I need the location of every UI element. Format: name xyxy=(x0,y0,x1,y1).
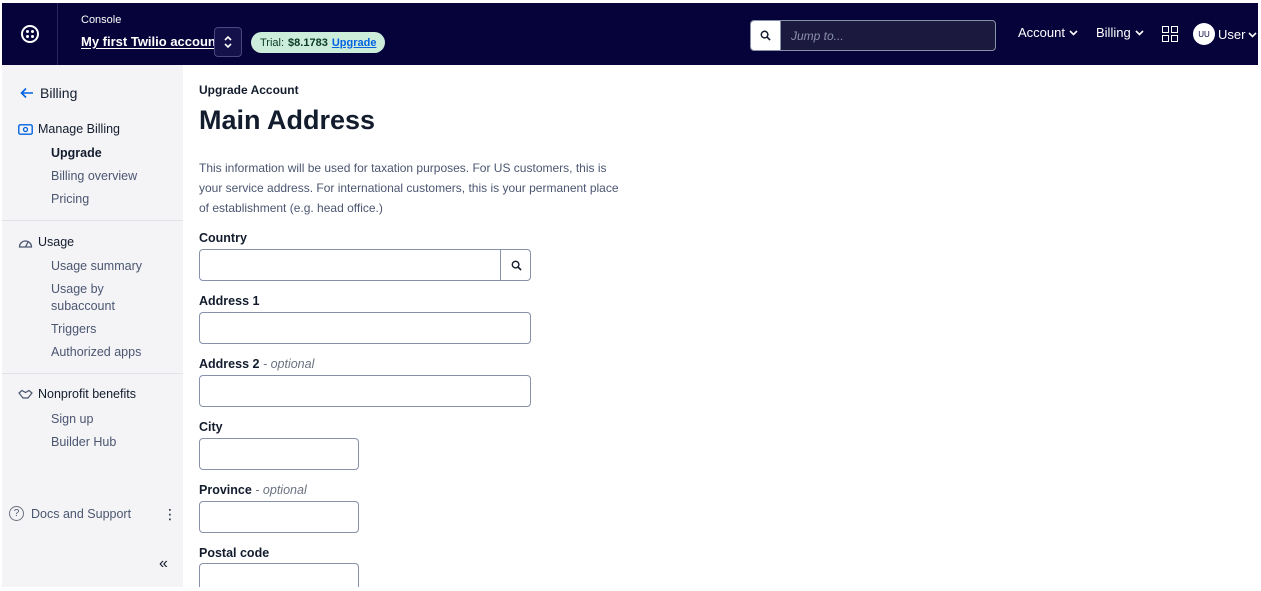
postal-code-label: Postal code xyxy=(199,546,270,560)
address2-label-text: Address 2 xyxy=(199,357,260,371)
search-icon xyxy=(511,260,522,271)
user-avatar[interactable]: UU xyxy=(1193,23,1215,45)
trial-balance-badge: Trial: $8.1783 Upgrade xyxy=(251,32,386,53)
jump-to-input[interactable] xyxy=(781,21,995,50)
province-label: Province - optional xyxy=(199,483,307,497)
account-switcher-button[interactable] xyxy=(214,27,242,57)
back-label: Billing xyxy=(40,85,78,101)
sidebar-item-authorized-apps[interactable]: Authorized apps xyxy=(51,344,141,361)
country-label: Country xyxy=(199,231,247,245)
optional-hint: - optional xyxy=(255,483,307,497)
section-manage-billing[interactable]: Manage Billing xyxy=(18,122,120,136)
billing-sidebar: Billing Manage Billing Upgrade Billing o… xyxy=(2,65,183,587)
twilio-logo-icon xyxy=(20,25,39,43)
more-options-icon[interactable]: ⋮ xyxy=(163,506,177,523)
sidebar-item-pricing[interactable]: Pricing xyxy=(51,191,89,208)
section-title: Nonprofit benefits xyxy=(38,387,136,401)
money-icon xyxy=(18,123,33,135)
account-menu[interactable]: Account xyxy=(1018,25,1078,40)
upgrade-link[interactable]: Upgrade xyxy=(332,37,377,49)
collapse-sidebar-icon[interactable]: « xyxy=(159,555,168,573)
sidebar-item-sign-up[interactable]: Sign up xyxy=(51,411,93,428)
console-page: Console My first Twilio account Trial: $… xyxy=(0,0,1261,591)
address1-field[interactable] xyxy=(199,312,531,344)
sidebar-item-upgrade[interactable]: Upgrade xyxy=(51,145,102,162)
section-nonprofit-benefits[interactable]: Nonprofit benefits xyxy=(18,387,136,401)
province-field[interactable] xyxy=(199,501,359,533)
section-usage[interactable]: Usage xyxy=(18,235,74,249)
billing-menu[interactable]: Billing xyxy=(1096,25,1144,40)
province-label-text: Province xyxy=(199,483,252,497)
sidebar-item-usage-summary[interactable]: Usage summary xyxy=(51,258,142,275)
item-label-line2: subaccount xyxy=(51,299,115,313)
sidebar-item-triggers[interactable]: Triggers xyxy=(51,321,96,338)
user-menu[interactable]: User xyxy=(1218,27,1258,42)
app-grid-icon[interactable] xyxy=(1162,26,1178,42)
address1-label: Address 1 xyxy=(199,294,260,308)
docs-label: Docs and Support xyxy=(31,506,132,521)
city-field[interactable] xyxy=(199,438,359,470)
postal-code-field[interactable] xyxy=(199,563,359,587)
twilio-logo-button[interactable] xyxy=(2,3,58,65)
account-menu-label: Account xyxy=(1018,25,1065,40)
address2-label: Address 2 - optional xyxy=(199,357,314,371)
page-description: This information will be used for taxati… xyxy=(199,161,619,215)
jump-to-search xyxy=(750,20,996,51)
country-search-button[interactable] xyxy=(500,250,531,280)
account-name-link[interactable]: My first Twilio account xyxy=(81,34,220,49)
search-icon xyxy=(760,30,771,41)
sidebar-item-billing-overview[interactable]: Billing overview xyxy=(51,168,137,185)
trial-balance: $8.1783 xyxy=(288,36,328,49)
chevron-up-down-icon xyxy=(224,35,232,49)
sidebar-item-builder-hub[interactable]: Builder Hub xyxy=(51,434,116,451)
sidebar-item-usage-by-subaccount[interactable]: Usage by subaccount xyxy=(51,281,115,315)
billing-menu-label: Billing xyxy=(1096,25,1131,40)
page-title: Main Address xyxy=(199,105,376,135)
sidebar-divider xyxy=(2,373,183,374)
item-label-line1: Usage by xyxy=(51,282,104,296)
chevron-down-icon xyxy=(1135,29,1144,36)
chevron-down-icon xyxy=(1248,31,1258,38)
gauge-icon xyxy=(18,239,33,248)
chevron-down-icon xyxy=(1069,29,1078,36)
sidebar-divider xyxy=(2,220,183,221)
country-field[interactable] xyxy=(199,249,531,281)
search-button[interactable] xyxy=(751,21,781,50)
trial-label: Trial: xyxy=(260,36,285,49)
section-title: Manage Billing xyxy=(38,122,120,136)
back-to-billing-link[interactable]: Billing xyxy=(20,85,77,101)
docs-and-support-link[interactable]: ? Docs and Support xyxy=(9,506,131,521)
handshake-icon xyxy=(18,389,33,399)
address2-field[interactable] xyxy=(199,375,531,407)
city-label: City xyxy=(199,420,223,434)
section-title: Usage xyxy=(38,235,75,249)
arrow-left-icon xyxy=(20,87,33,99)
optional-hint: - optional xyxy=(262,357,315,371)
top-navigation-bar: Console My first Twilio account Trial: $… xyxy=(2,3,1258,65)
user-menu-label: User xyxy=(1218,27,1246,42)
console-label: Console xyxy=(81,14,122,26)
breadcrumb: Upgrade Account xyxy=(199,83,299,97)
help-circle-icon: ? xyxy=(9,506,24,521)
